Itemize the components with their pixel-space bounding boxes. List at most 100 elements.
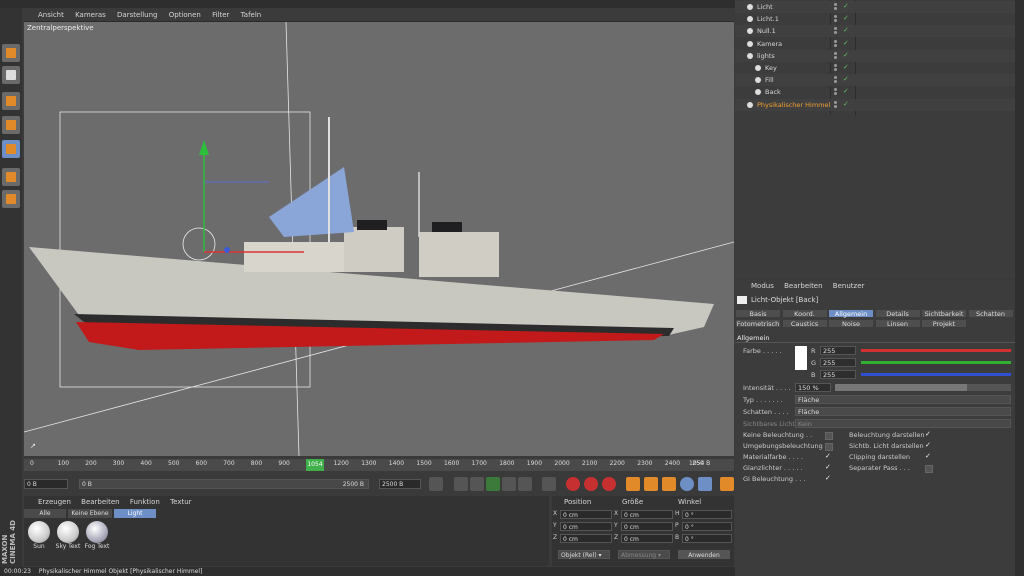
type-select[interactable]: Fläche: [795, 395, 1011, 404]
enabled-check-icon[interactable]: ✓: [843, 87, 849, 95]
checkbox-checked-icon[interactable]: ✓: [825, 474, 831, 482]
menu-funktion[interactable]: Funktion: [130, 498, 160, 506]
polygon-mode-icon[interactable]: [2, 140, 20, 158]
tab-details[interactable]: Details: [874, 309, 921, 318]
goto-end-icon[interactable]: [542, 477, 556, 491]
menu-optionen[interactable]: Optionen: [169, 10, 201, 21]
enabled-check-icon[interactable]: ✓: [843, 100, 849, 108]
checkbox[interactable]: [825, 443, 833, 451]
checkbox-checked-icon[interactable]: ✓: [825, 452, 831, 460]
size-field[interactable]: 0 cm: [621, 522, 673, 531]
rgb-slider[interactable]: [861, 373, 1011, 376]
3d-viewport[interactable]: Zentralperspektive ↗: [24, 22, 734, 456]
magnet-icon[interactable]: [2, 190, 20, 208]
tab-light[interactable]: Light: [114, 509, 156, 518]
position-field[interactable]: 0 cm: [560, 534, 612, 543]
range-slider[interactable]: 0 B 2500 B: [79, 479, 369, 489]
checkbox[interactable]: [825, 432, 833, 440]
move-key-icon[interactable]: [626, 477, 640, 491]
pla-key-icon[interactable]: [698, 477, 712, 491]
visibility-dot[interactable]: [834, 3, 837, 6]
visibility-dot[interactable]: [834, 68, 837, 71]
next-key-icon[interactable]: [518, 477, 532, 491]
visibility-dot[interactable]: [834, 19, 837, 23]
size-field[interactable]: 0 cm: [621, 534, 673, 543]
material-sun[interactable]: Sun: [26, 521, 52, 557]
rotation-field[interactable]: 0 °: [682, 510, 732, 519]
menu-filter[interactable]: Filter: [212, 10, 229, 21]
rgb-value-field[interactable]: 255: [820, 370, 856, 379]
visibility-dot[interactable]: [834, 100, 837, 104]
visibility-dot[interactable]: [834, 76, 837, 80]
prev-key-icon[interactable]: [454, 477, 468, 491]
object-row[interactable]: Back ✓: [735, 86, 1015, 98]
tab-schatten[interactable]: Schatten: [967, 309, 1014, 318]
goto-start-icon[interactable]: [429, 477, 443, 491]
visibility-dot[interactable]: [834, 55, 837, 59]
keyframe-help-icon[interactable]: [602, 477, 616, 491]
checkbox-checked-icon[interactable]: ✓: [925, 441, 931, 449]
visibility-dot[interactable]: [834, 51, 837, 55]
menu-kameras[interactable]: Kameras: [75, 10, 106, 21]
object-row[interactable]: Key ✓: [735, 62, 1015, 74]
next-frame-icon[interactable]: [502, 477, 516, 491]
menu-bearbeiten[interactable]: Bearbeiten: [81, 498, 119, 506]
checkbox-checked-icon[interactable]: ✓: [825, 463, 831, 471]
menu-darstellung[interactable]: Darstellung: [117, 10, 157, 21]
rgb-slider[interactable]: [861, 349, 1011, 352]
visibility-dot[interactable]: [834, 80, 837, 84]
tab-linsen[interactable]: Linsen: [874, 319, 921, 328]
enabled-check-icon[interactable]: ✓: [843, 51, 849, 59]
object-row[interactable]: Fill ✓: [735, 74, 1015, 87]
menu-erzeugen[interactable]: Erzeugen: [38, 498, 71, 506]
rotation-field[interactable]: 0 °: [682, 534, 732, 543]
rgb-value-field[interactable]: 255: [820, 358, 856, 367]
object-row[interactable]: Licht ✓: [735, 1, 1015, 13]
tab-noise[interactable]: Noise: [828, 319, 874, 328]
tab-caustics[interactable]: Caustics: [781, 319, 828, 328]
start-frame-field[interactable]: 0 B: [24, 479, 68, 489]
menu-tafeln[interactable]: Tafeln: [241, 10, 262, 21]
tab-sichtbarkeit[interactable]: Sichtbarkeit: [921, 309, 967, 318]
tab-alle[interactable]: Alle: [24, 509, 66, 518]
visibility-dot[interactable]: [834, 15, 837, 19]
object-row[interactable]: Licht.1 ✓: [735, 13, 1015, 25]
tab-allgemein[interactable]: Allgemein: [828, 309, 874, 318]
enabled-check-icon[interactable]: ✓: [843, 75, 849, 83]
object-mode-icon[interactable]: [2, 92, 20, 110]
timeline-menu-icon[interactable]: [720, 477, 734, 491]
object-row[interactable]: Kamera ✓: [735, 38, 1015, 50]
visibility-dot[interactable]: [834, 64, 837, 67]
size-mode-select[interactable]: Abmessung ▾: [618, 550, 670, 559]
visibility-dot[interactable]: [834, 7, 837, 10]
tab-koord-[interactable]: Koord.: [781, 309, 828, 318]
checkbox[interactable]: [925, 465, 933, 473]
visibility-dot[interactable]: [834, 31, 837, 35]
position-field[interactable]: 0 cm: [560, 522, 612, 531]
menu-textur[interactable]: Textur: [170, 498, 191, 506]
menu-bearbeiten[interactable]: Bearbeiten: [784, 282, 822, 290]
enabled-check-icon[interactable]: ✓: [843, 14, 849, 22]
apply-button[interactable]: Anwenden: [678, 550, 730, 559]
cube-icon[interactable]: [2, 44, 20, 62]
timeline-ruler[interactable]: 0100200300400500600700800900100012001300…: [24, 459, 734, 471]
autokey-icon[interactable]: [584, 477, 598, 491]
scale-key-icon[interactable]: [644, 477, 658, 491]
menu-ansicht[interactable]: Ansicht: [38, 10, 64, 21]
axis-icon[interactable]: [2, 168, 20, 186]
tab-basis[interactable]: Basis: [735, 309, 781, 318]
enabled-check-icon[interactable]: ✓: [843, 26, 849, 34]
visible-light-select[interactable]: Kein: [795, 419, 1011, 428]
visibility-dot[interactable]: [834, 88, 837, 92]
intensity-field[interactable]: 150 %: [795, 383, 831, 392]
record-icon[interactable]: [566, 477, 580, 491]
material-fog-text[interactable]: Fog Text: [84, 521, 110, 557]
enabled-check-icon[interactable]: ✓: [843, 63, 849, 71]
visibility-dot[interactable]: [834, 27, 837, 31]
checkbox-checked-icon[interactable]: ✓: [925, 430, 931, 438]
rotation-field[interactable]: 0 °: [682, 522, 732, 531]
playhead[interactable]: 1054: [306, 459, 324, 471]
prev-frame-icon[interactable]: [470, 477, 484, 491]
visibility-dot[interactable]: [834, 43, 837, 47]
coord-mode-select[interactable]: Objekt (Rel) ▾: [558, 550, 610, 559]
